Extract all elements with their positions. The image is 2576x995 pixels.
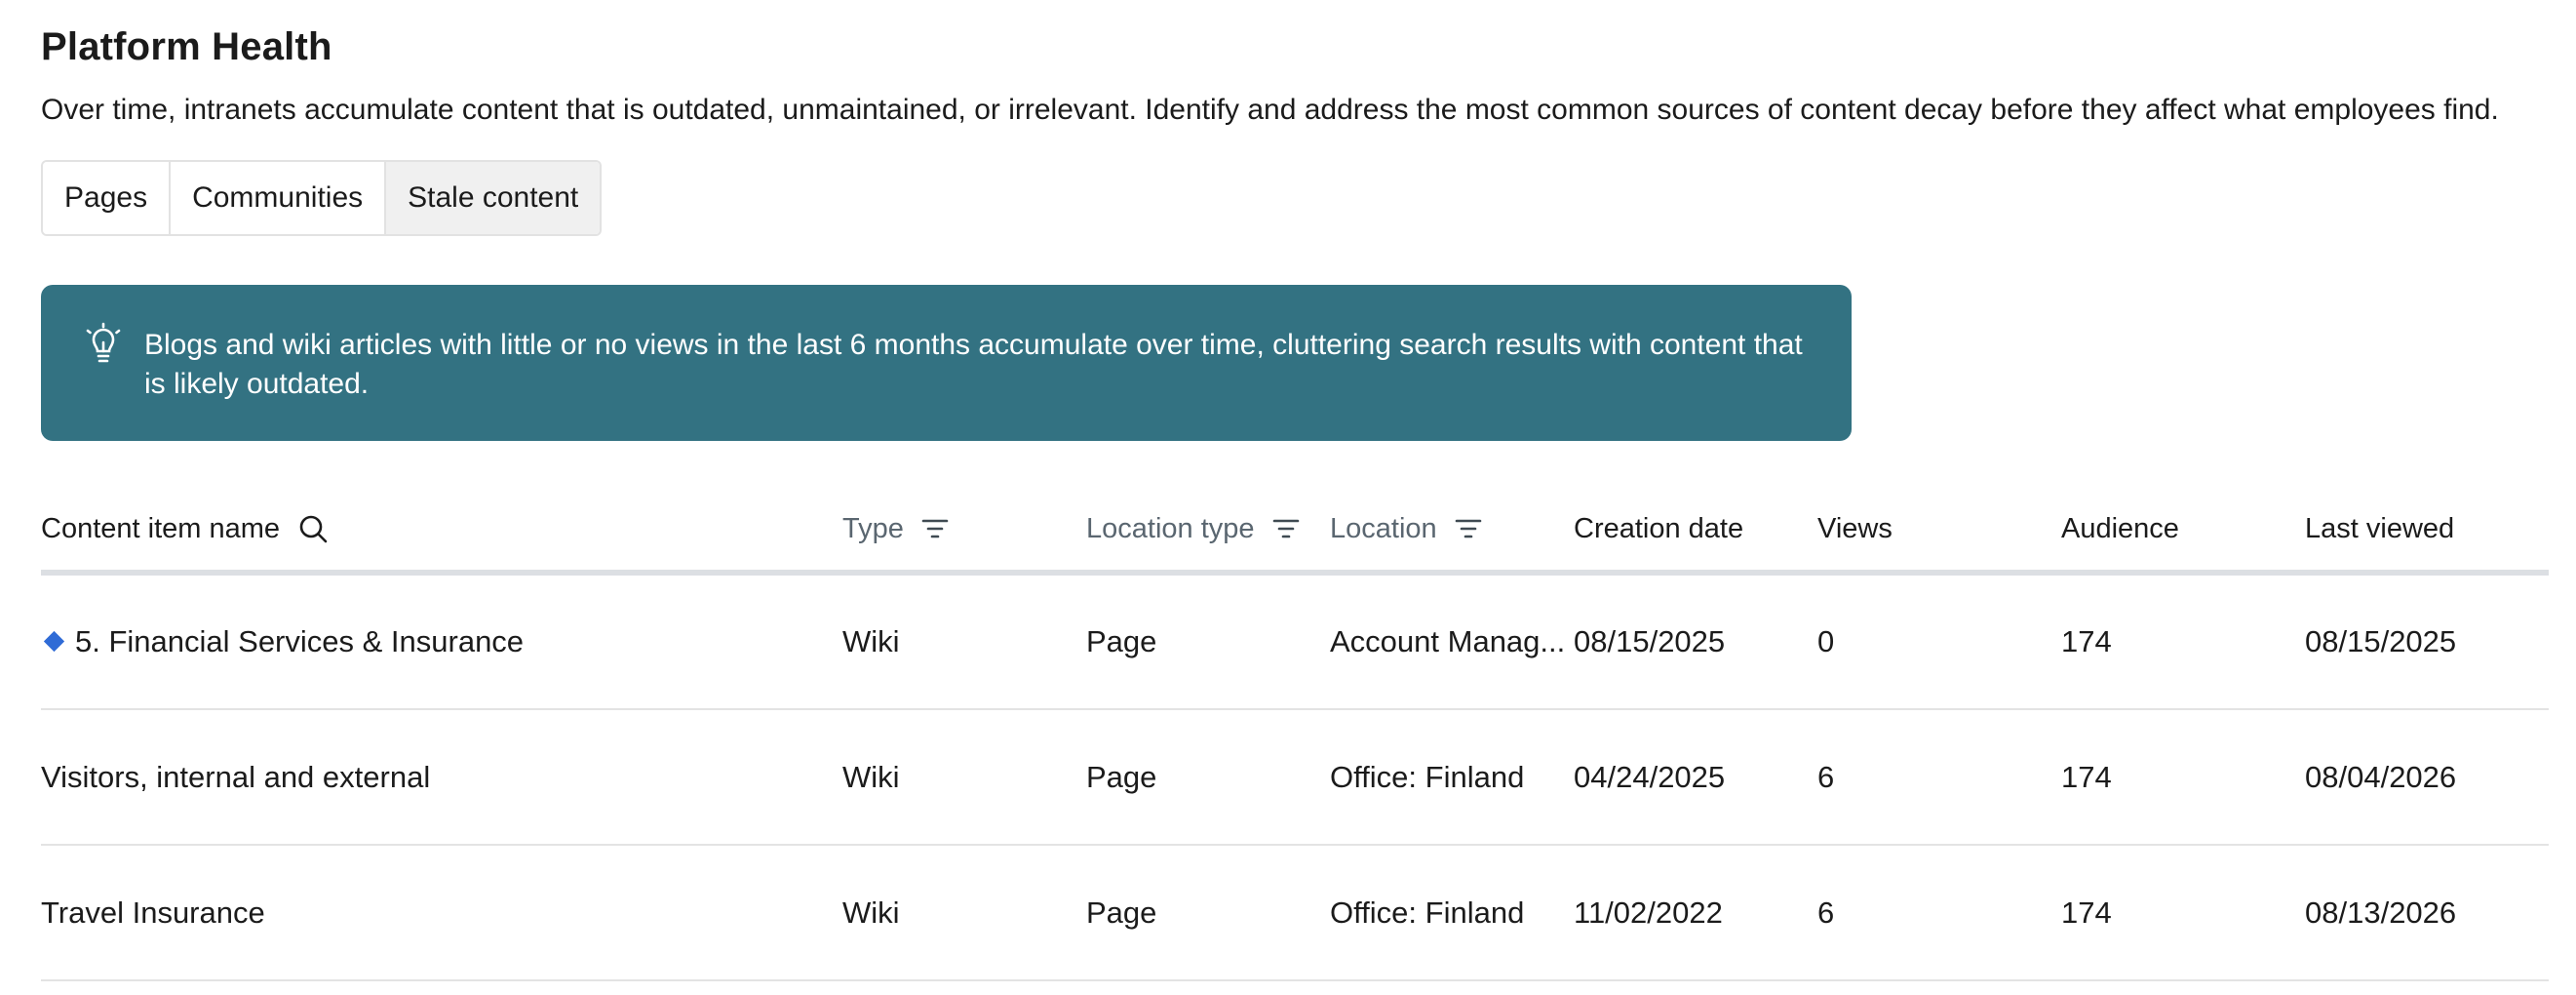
info-banner: Blogs and wiki articles with little or n… bbox=[41, 285, 1852, 441]
content-name-cell: Visitors, internal and external bbox=[41, 709, 842, 846]
column-header-audience[interactable]: Audience bbox=[2061, 488, 2305, 576]
column-header-name: Content item name bbox=[41, 488, 842, 576]
tab-bar: Pages Communities Stale content bbox=[41, 160, 603, 236]
column-header-location: Location bbox=[1330, 488, 1574, 576]
location-type-cell: Page bbox=[1086, 573, 1330, 710]
location-type-cell: Page bbox=[1086, 709, 1330, 846]
column-header-type: Type bbox=[842, 488, 1086, 576]
filter-icon[interactable] bbox=[921, 517, 949, 540]
banner-text: Blogs and wiki articles with little or n… bbox=[144, 329, 1803, 400]
tab-communities[interactable]: Communities bbox=[171, 162, 387, 234]
content-item-link[interactable]: Travel Insurance bbox=[41, 896, 265, 930]
location-cell: Office: Finland bbox=[1330, 709, 1574, 846]
creation-date-cell: 08/15/2025 bbox=[1574, 573, 1817, 710]
column-header-creation-date[interactable]: Creation date bbox=[1574, 488, 1817, 576]
views-cell: 6 bbox=[1817, 845, 2061, 981]
content-name-cell: 5. Financial Services & Insurance bbox=[41, 573, 842, 710]
column-header-location-type: Location type bbox=[1086, 488, 1330, 576]
diamond-icon bbox=[43, 631, 65, 653]
search-icon[interactable] bbox=[297, 513, 329, 544]
views-cell: 6 bbox=[1817, 709, 2061, 846]
page-title: Platform Health bbox=[41, 25, 332, 68]
table-row[interactable]: Travel Insurance Wiki Page Office: Finla… bbox=[41, 845, 2549, 981]
table-header-row: Content item name Type Location type Loc… bbox=[41, 488, 2549, 576]
column-header-last-viewed[interactable]: Last viewed bbox=[2305, 488, 2549, 576]
location-type-cell: Page bbox=[1086, 845, 1330, 981]
audience-cell: 174 bbox=[2061, 573, 2305, 710]
type-cell: Wiki bbox=[842, 709, 1086, 846]
tab-pages[interactable]: Pages bbox=[43, 162, 172, 234]
content-item-link[interactable]: 5. Financial Services & Insurance bbox=[75, 624, 524, 658]
creation-date-cell: 04/24/2025 bbox=[1574, 709, 1817, 846]
last-viewed-cell: 08/04/2026 bbox=[2305, 709, 2549, 846]
platform-health-page: Platform Health Over time, intranets acc… bbox=[0, 0, 2576, 995]
views-cell: 0 bbox=[1817, 573, 2061, 710]
page-description: Over time, intranets accumulate content … bbox=[41, 94, 2499, 126]
tab-stale-content[interactable]: Stale content bbox=[386, 162, 601, 234]
content-item-link[interactable]: Visitors, internal and external bbox=[41, 760, 430, 794]
filter-icon[interactable] bbox=[1455, 517, 1482, 540]
type-cell: Wiki bbox=[842, 573, 1086, 710]
last-viewed-cell: 08/13/2026 bbox=[2305, 845, 2549, 981]
table-row[interactable]: Visitors, internal and external Wiki Pag… bbox=[41, 709, 2549, 846]
stale-content-table: Content item name Type Location type Loc… bbox=[41, 488, 2549, 981]
audience-cell: 174 bbox=[2061, 845, 2305, 981]
content-name-cell: Travel Insurance bbox=[41, 845, 842, 981]
table-row[interactable]: 5. Financial Services & Insurance Wiki P… bbox=[41, 573, 2549, 710]
lightbulb-icon bbox=[84, 322, 123, 365]
type-cell: Wiki bbox=[842, 845, 1086, 981]
column-header-views[interactable]: Views bbox=[1817, 488, 2061, 576]
audience-cell: 174 bbox=[2061, 709, 2305, 846]
location-cell: Account Manag... bbox=[1330, 573, 1574, 710]
filter-icon[interactable] bbox=[1272, 517, 1300, 540]
creation-date-cell: 11/02/2022 bbox=[1574, 845, 1817, 981]
location-cell: Office: Finland bbox=[1330, 845, 1574, 981]
last-viewed-cell: 08/15/2025 bbox=[2305, 573, 2549, 710]
